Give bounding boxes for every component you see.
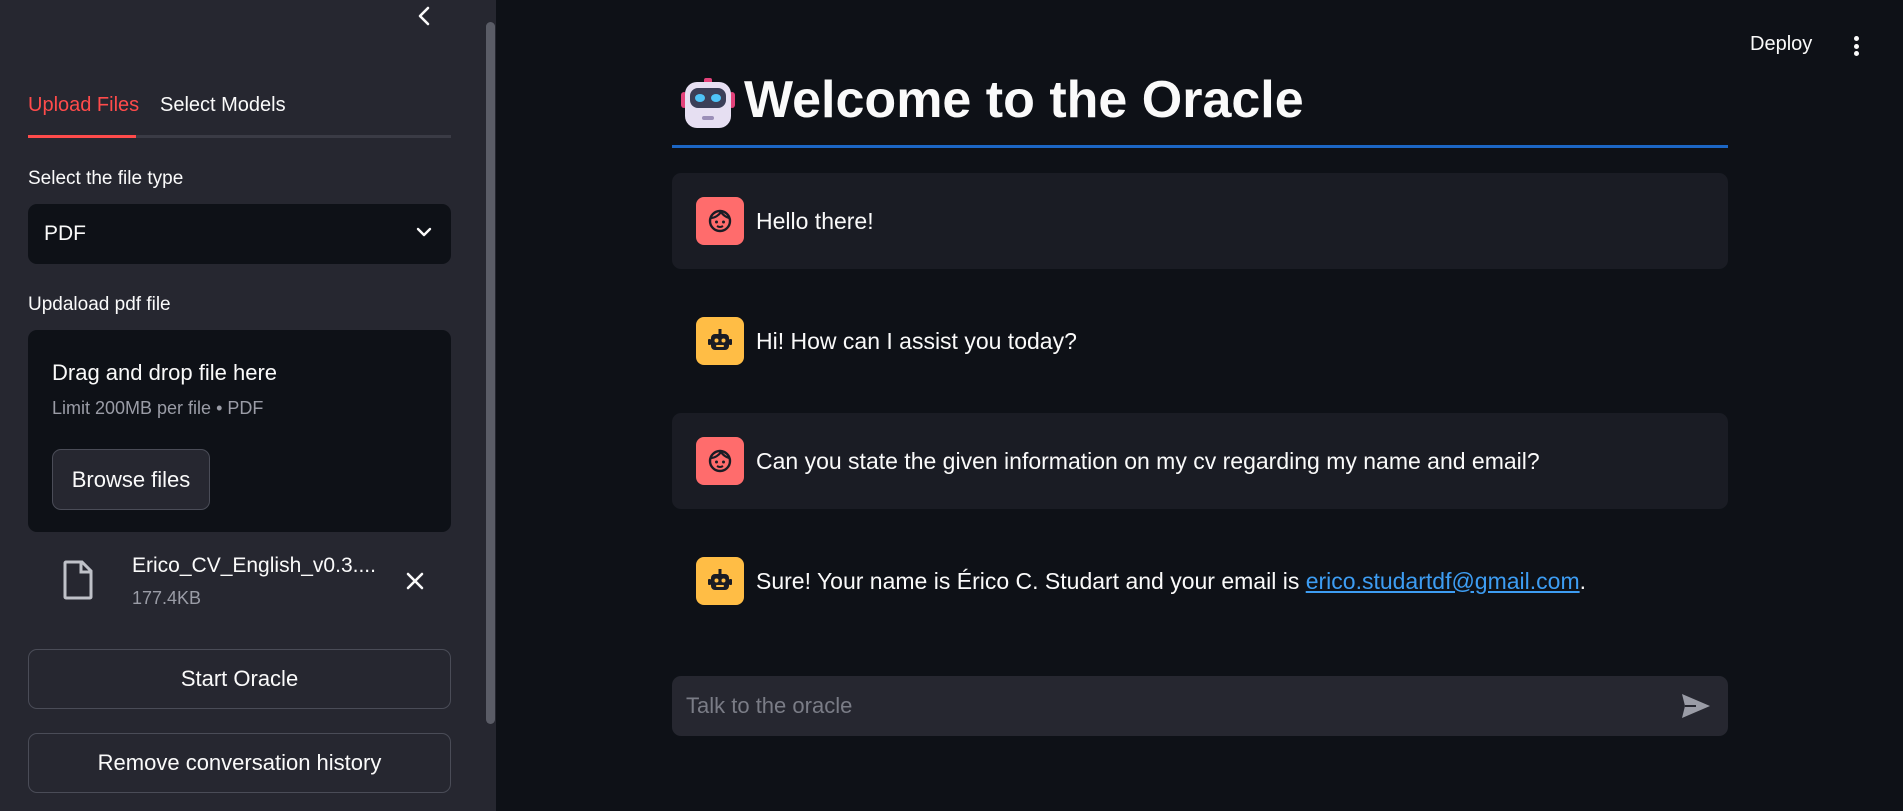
upload-label: Updaload pdf file bbox=[28, 294, 171, 315]
message-text: Hi! How can I assist you today? bbox=[756, 327, 1077, 354]
collapse-sidebar-button[interactable] bbox=[412, 2, 436, 30]
sidebar-tabs: Upload Files Select Models bbox=[28, 88, 451, 138]
robot-icon bbox=[681, 78, 735, 128]
chevron-left-icon bbox=[418, 6, 430, 26]
message-text: Can you state the given information on m… bbox=[756, 447, 1540, 474]
title-divider bbox=[672, 145, 1728, 148]
chat-message-user: Can you state the given information on m… bbox=[672, 413, 1728, 509]
start-oracle-button[interactable]: Start Oracle bbox=[28, 649, 451, 709]
chat-message-assistant: Sure! Your name is Érico C. Studart and … bbox=[672, 533, 1728, 629]
email-link[interactable]: erico.studartdf@gmail.com bbox=[1306, 568, 1580, 594]
bot-avatar bbox=[696, 317, 744, 365]
browse-files-button[interactable]: Browse files bbox=[52, 449, 210, 510]
kebab-menu-dot bbox=[1853, 43, 1859, 49]
file-size: 177.4KB bbox=[132, 588, 202, 608]
chat-input[interactable] bbox=[672, 676, 1652, 736]
remove-file-button[interactable] bbox=[400, 566, 430, 596]
remove-history-button[interactable]: Remove conversation history bbox=[28, 733, 451, 793]
close-icon bbox=[406, 572, 424, 590]
message-text-after: . bbox=[1579, 567, 1586, 594]
kebab-menu-icon bbox=[1853, 36, 1859, 41]
sidebar: Upload Files Select Models Select the fi… bbox=[0, 0, 496, 811]
file-icon bbox=[63, 560, 93, 600]
tab-upload-files[interactable]: Upload Files bbox=[28, 94, 139, 117]
user-avatar bbox=[696, 197, 744, 245]
chat-input-container bbox=[672, 676, 1728, 736]
bot-face-icon bbox=[708, 569, 732, 590]
bot-avatar bbox=[696, 557, 744, 605]
dropzone-limit: Limit 200MB per file • PDF bbox=[52, 398, 264, 418]
active-tab-indicator bbox=[28, 135, 136, 138]
chat-message-user: Hello there! bbox=[672, 173, 1728, 269]
message-text: Sure! Your name is Érico C. Studart and … bbox=[756, 568, 1586, 595]
message-text: Hello there! bbox=[756, 207, 874, 234]
chevron-down-icon bbox=[416, 227, 432, 237]
user-face-icon bbox=[708, 449, 732, 473]
file-type-label: Select the file type bbox=[28, 168, 184, 189]
file-type-select[interactable]: PDF bbox=[28, 204, 451, 264]
main-menu-button[interactable] bbox=[1846, 32, 1866, 60]
file-name: Erico_CV_English_v0.3.... bbox=[132, 554, 376, 577]
page-title: Welcome to the Oracle bbox=[744, 71, 1304, 129]
file-dropzone[interactable]: Drag and drop file here Limit 200MB per … bbox=[28, 330, 451, 532]
file-type-value: PDF bbox=[44, 222, 86, 245]
chat-message-assistant: Hi! How can I assist you today? bbox=[672, 293, 1728, 389]
send-icon[interactable] bbox=[1680, 692, 1712, 720]
message-text-before: Sure! Your name is Érico C. Studart and … bbox=[756, 567, 1306, 594]
user-face-icon bbox=[708, 209, 732, 233]
dropzone-title: Drag and drop file here bbox=[52, 360, 278, 385]
sidebar-scrollbar[interactable] bbox=[486, 22, 495, 724]
bot-face-icon bbox=[708, 329, 732, 350]
user-avatar bbox=[696, 437, 744, 485]
uploaded-file: Erico_CV_English_v0.3.... 177.4KB bbox=[28, 548, 451, 618]
tab-select-models[interactable]: Select Models bbox=[160, 94, 286, 117]
kebab-menu-dot bbox=[1853, 51, 1859, 56]
deploy-button[interactable]: Deploy bbox=[1750, 33, 1812, 56]
